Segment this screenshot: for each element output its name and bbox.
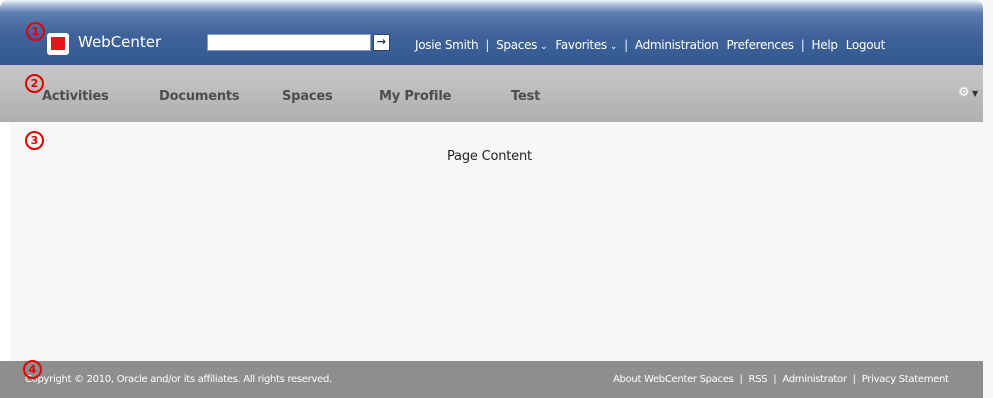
preferences-link[interactable]: Preferences bbox=[726, 38, 794, 52]
caret-down-icon[interactable]: ▼ bbox=[972, 89, 978, 98]
separator: | bbox=[852, 374, 856, 385]
user-name-link[interactable]: Josie Smith bbox=[415, 38, 479, 52]
callout-marker-2: 2 bbox=[25, 74, 44, 93]
callout-marker-4: 4 bbox=[23, 360, 42, 379]
webcenter-logo-icon[interactable] bbox=[47, 33, 69, 55]
tab-test[interactable]: Test bbox=[511, 89, 540, 104]
separator: | bbox=[485, 38, 490, 52]
chevron-down-icon: ⌄ bbox=[609, 42, 618, 52]
page-content-text: Page Content bbox=[447, 149, 532, 164]
tab-bar bbox=[0, 65, 983, 122]
separator: | bbox=[739, 374, 743, 385]
about-link[interactable]: About WebCenter Spaces bbox=[613, 374, 734, 385]
search-input[interactable] bbox=[207, 34, 371, 51]
administration-link[interactable]: Administration bbox=[635, 38, 719, 52]
global-links: Josie Smith | Spaces ⌄ Favorites ⌄ | Admin… bbox=[415, 37, 885, 53]
gear-icon[interactable]: ⚙ bbox=[958, 85, 970, 100]
separator: | bbox=[800, 38, 805, 52]
search-go-button[interactable]: → bbox=[373, 34, 390, 51]
help-link[interactable]: Help bbox=[812, 38, 838, 52]
favorites-menu[interactable]: Favorites ⌄ bbox=[555, 38, 617, 52]
chevron-down-icon: ⌄ bbox=[540, 42, 548, 52]
tab-documents[interactable]: Documents bbox=[159, 89, 240, 104]
copyright-text: Copyright © 2010, Oracle and/or its affi… bbox=[25, 374, 332, 385]
tab-spaces[interactable]: Spaces bbox=[282, 89, 333, 104]
footer-links: About WebCenter Spaces | RSS | Administr… bbox=[613, 374, 949, 385]
spaces-menu[interactable]: Spaces ⌄ bbox=[496, 38, 548, 52]
privacy-link[interactable]: Privacy Statement bbox=[862, 374, 949, 385]
tab-activities[interactable]: Activities bbox=[42, 89, 109, 104]
callout-marker-1: 1 bbox=[26, 22, 45, 41]
logout-link[interactable]: Logout bbox=[846, 38, 886, 52]
administrator-link[interactable]: Administrator bbox=[782, 374, 847, 385]
separator: | bbox=[773, 374, 777, 385]
rss-link[interactable]: RSS bbox=[749, 374, 768, 385]
app-title[interactable]: WebCenter bbox=[78, 33, 161, 51]
tab-my-profile[interactable]: My Profile bbox=[379, 89, 451, 104]
callout-marker-3: 3 bbox=[25, 131, 44, 150]
separator: | bbox=[624, 38, 628, 52]
